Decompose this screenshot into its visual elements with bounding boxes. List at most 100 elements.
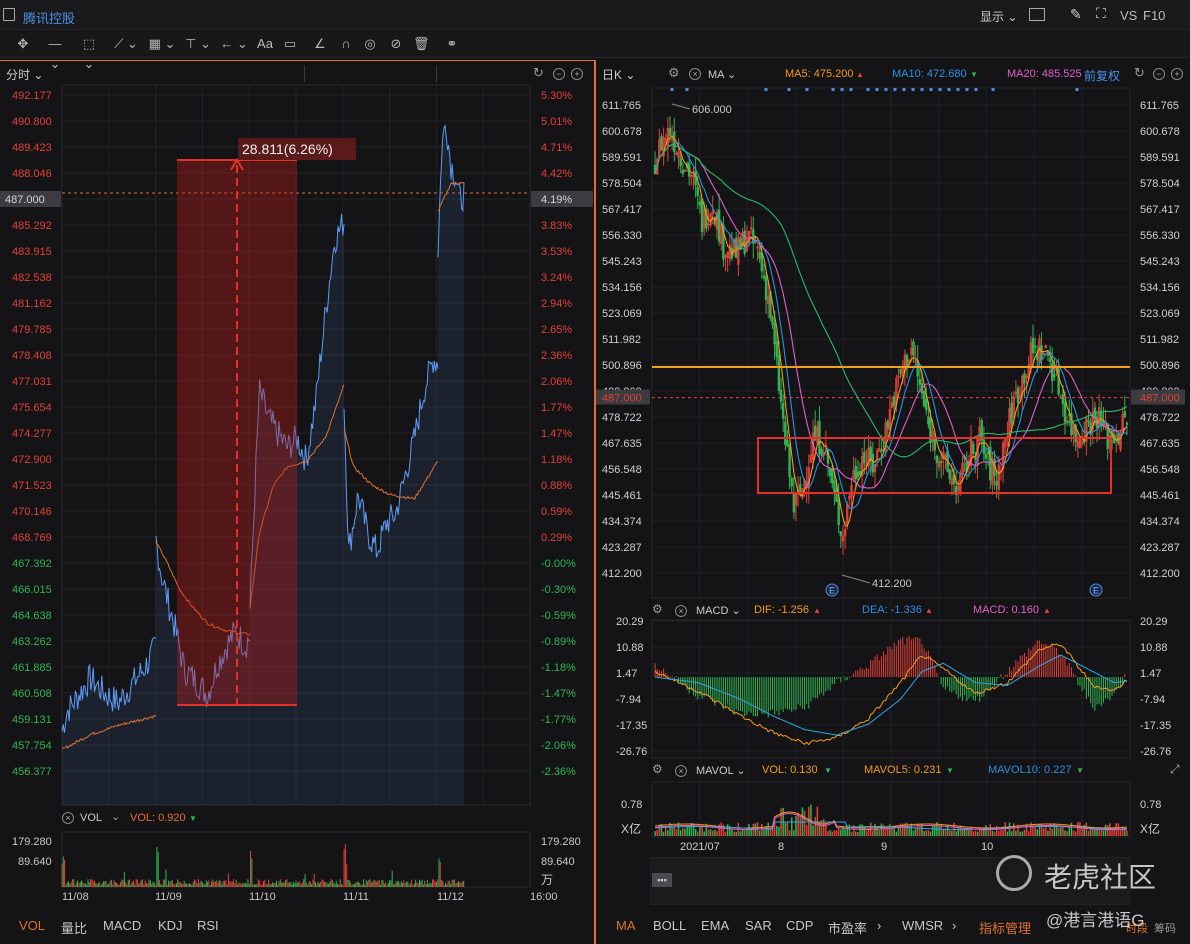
tab-chips[interactable]: 筹码	[1154, 920, 1176, 936]
candle-body	[995, 481, 998, 486]
price-tick-label: 578.504	[602, 178, 642, 190]
candle-body	[762, 275, 766, 279]
price-tick-label: 523.069	[602, 308, 642, 320]
event-marker	[929, 88, 933, 91]
macd-tick-label: 10.88	[616, 642, 644, 654]
earnings-marker-label: E	[829, 586, 835, 596]
event-marker	[893, 88, 897, 91]
price-tick-label: 545.243	[1140, 256, 1180, 268]
candle-body	[781, 402, 785, 419]
candle-body	[668, 127, 672, 137]
candle-body	[916, 360, 919, 377]
candle-body	[927, 416, 930, 425]
price-tick-label: 611.765	[1140, 100, 1179, 112]
tiger-logo-icon	[996, 855, 1032, 891]
candle-body	[820, 449, 823, 456]
price-tick-label: 412.200	[602, 568, 642, 580]
price-tick-label: 445.461	[1140, 490, 1180, 502]
candle-body	[771, 316, 774, 325]
price-tick-label: 600.678	[1140, 126, 1180, 138]
macd-tick-label: 1.47	[1140, 668, 1161, 680]
candle-body	[892, 395, 896, 407]
price-tick-label: 556.330	[602, 230, 642, 242]
event-marker	[938, 88, 942, 91]
vol-unit-label: X亿	[1140, 821, 1160, 836]
candle-body	[854, 466, 857, 480]
expand-icon[interactable]: ⤢	[1170, 762, 1180, 777]
macd-title[interactable]: MACD ⌄	[696, 604, 741, 617]
tab-scroll-right-icon[interactable]: ›	[877, 918, 881, 933]
candle-body	[1040, 345, 1043, 361]
candle-body	[828, 469, 832, 477]
candle-body	[1117, 433, 1120, 444]
event-marker	[974, 88, 978, 91]
candle-body	[779, 389, 783, 402]
event-marker	[920, 88, 924, 91]
price-tick-label: 467.635	[1140, 438, 1180, 450]
macd-close-icon[interactable]: ×	[675, 605, 687, 617]
macd-tick-label: 1.47	[616, 668, 637, 680]
macd-tick-label: -26.76	[616, 746, 647, 758]
mavol-title[interactable]: MAVOL ⌄	[696, 764, 746, 777]
price-tick-label: 423.287	[602, 542, 642, 554]
watermark-author: @港言港语G	[1046, 911, 1145, 930]
macd-tick-label: 10.88	[1140, 642, 1168, 654]
price-tick-label: 500.896	[1140, 360, 1180, 372]
tab-indicator-manage[interactable]: 指标管理	[979, 918, 1031, 937]
tab-sar[interactable]: SAR	[745, 918, 772, 933]
candle-body	[935, 455, 939, 464]
dea-value: DEA: -1.336	[862, 604, 922, 616]
macd-tick-label: 20.29	[616, 616, 644, 628]
candle-body	[681, 169, 685, 174]
event-marker	[965, 88, 969, 91]
candle-body	[1123, 411, 1127, 418]
vol-arrow: ▼	[824, 766, 832, 775]
month-tick-label: 2021/07	[680, 841, 720, 853]
candle-body	[743, 230, 746, 254]
tab-scroll-right-icon[interactable]: ›	[952, 918, 956, 933]
candle-body	[863, 451, 866, 464]
mavol10-arrow: ▼	[1076, 766, 1084, 775]
candle-body	[773, 323, 776, 345]
tab-pe[interactable]: 市盈率	[828, 918, 867, 937]
candle-body	[792, 492, 796, 513]
mavol-close-icon[interactable]: ×	[675, 765, 687, 777]
candle-body	[835, 488, 838, 502]
tab-boll[interactable]: BOLL	[653, 918, 686, 933]
tab-ema[interactable]: EMA	[701, 918, 729, 933]
candle-body	[784, 421, 787, 445]
tab-wmsr[interactable]: WMSR	[902, 918, 943, 933]
candle-body	[837, 499, 840, 526]
candle-body	[1031, 337, 1035, 354]
candle-body	[984, 454, 988, 459]
event-marker	[805, 88, 809, 91]
mavol-header: ⚙ × MAVOL ⌄ VOL: 0.130 ▼ MAVOL5: 0.231 ▼…	[650, 762, 1190, 780]
macd-settings-icon[interactable]: ⚙	[652, 602, 663, 616]
tab-cdp[interactable]: CDP	[786, 918, 813, 933]
navigator-handle-icon[interactable]: ▪▪▪	[652, 873, 672, 887]
candle-body	[1033, 345, 1037, 348]
high-label: 606.000	[692, 104, 732, 116]
candle-body	[1125, 422, 1129, 425]
mavol5-value: MAVOL5: 0.231	[864, 764, 942, 776]
month-tick-label: 10	[981, 841, 993, 853]
price-tick-label: 578.504	[1140, 178, 1180, 190]
event-marker	[947, 88, 951, 91]
month-tick-label: 8	[778, 841, 784, 853]
price-tick-label: 589.591	[602, 152, 642, 164]
candle-body	[880, 449, 883, 453]
candle-body	[673, 131, 676, 153]
candle-body	[925, 399, 928, 411]
price-tick-label: 500.896	[602, 360, 642, 372]
event-marker	[902, 88, 906, 91]
candle-body	[912, 341, 915, 356]
event-marker	[991, 88, 995, 91]
candle-body	[980, 420, 983, 441]
mavol-settings-icon[interactable]: ⚙	[652, 762, 663, 776]
event-marker	[840, 88, 844, 91]
price-tick-label: 412.200	[1140, 568, 1180, 580]
tab-ma[interactable]: MA	[616, 918, 636, 933]
dif-arrow: ▲	[813, 606, 821, 615]
candle-body	[1093, 407, 1097, 419]
candle-body	[948, 469, 951, 480]
